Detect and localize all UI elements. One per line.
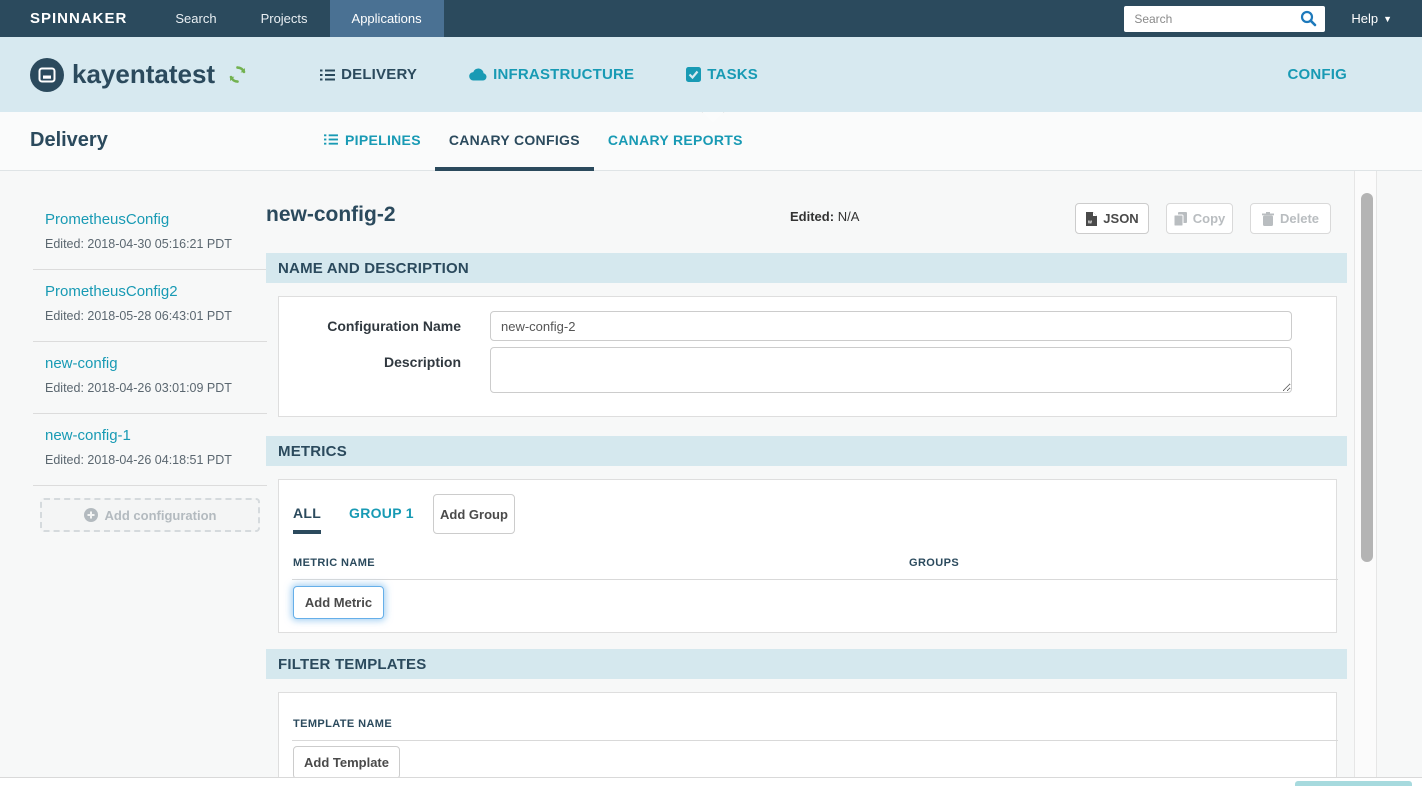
cloud-icon [469, 68, 487, 81]
json-button-label: JSON [1103, 211, 1139, 226]
add-metric-button[interactable]: Add Metric [293, 586, 384, 619]
tab-delivery[interactable]: DELIVERY [320, 66, 417, 83]
add-template-button[interactable]: Add Template [293, 746, 400, 779]
json-button[interactable]: w JSON [1075, 203, 1149, 234]
topnav-spacer [444, 0, 1125, 37]
description-textarea[interactable] [490, 347, 1292, 393]
top-navbar: SPINNAKER Search Projects Applications H… [0, 0, 1422, 37]
trash-icon [1261, 211, 1274, 226]
config-edited-timestamp: Edited: 2018-05-28 06:43:01 PDT [45, 309, 232, 323]
help-label: Help [1351, 11, 1379, 26]
config-link-new-config-1[interactable]: new-config-1 [45, 427, 131, 444]
metrics-tab-group-1[interactable]: GROUP 1 [349, 505, 414, 521]
templates-header-divider [292, 740, 1338, 741]
chevron-down-icon: ▼ [1383, 13, 1392, 24]
template-name-column-header: TEMPLATE NAME [293, 718, 393, 730]
config-link-prometheusconfig2[interactable]: PrometheusConfig2 [45, 283, 178, 300]
vertical-scrollbar-thumb[interactable] [1361, 193, 1373, 562]
copy-icon [1173, 211, 1187, 226]
groups-column-header: GROUPS [909, 557, 960, 569]
metrics-tab-all[interactable]: ALL [293, 505, 322, 534]
topnav-item-projects[interactable]: Projects [239, 0, 330, 37]
copy-button-label: Copy [1192, 211, 1226, 226]
configuration-name-row: Configuration Name [279, 311, 1336, 341]
search-icon[interactable] [1300, 10, 1317, 27]
metrics-card: ALL GROUP 1 Add Group METRIC NAME GROUPS… [278, 479, 1338, 633]
metrics-table-header: METRIC NAME GROUPS [293, 557, 1323, 569]
config-list-sidebar: PrometheusConfig Edited: 2018-04-30 05:1… [33, 195, 267, 532]
tab-pipelines[interactable]: PIPELINES [310, 112, 435, 171]
application-name: kayentatest [72, 59, 216, 89]
config-link-new-config[interactable]: new-config [45, 355, 118, 372]
refresh-icon[interactable] [227, 64, 248, 85]
config-detail-panel: new-config-2 Edited: N/A w JSON Copy Del… [266, 195, 1347, 786]
add-configuration-button[interactable]: Add configuration [40, 498, 260, 532]
configuration-name-label: Configuration Name [327, 318, 461, 334]
global-search-box[interactable] [1124, 5, 1326, 32]
file-code-icon: w [1085, 211, 1098, 226]
delete-button[interactable]: Delete [1250, 203, 1331, 234]
section-header-filter-templates: FILTER TEMPLATES [266, 649, 1347, 679]
page-title: Delivery [30, 129, 108, 151]
plus-circle-icon [83, 508, 98, 522]
config-link-prometheusconfig[interactable]: PrometheusConfig [45, 211, 169, 228]
list-item: new-config-1 Edited: 2018-04-26 04:18:51… [33, 414, 267, 486]
description-row: Description [279, 347, 1336, 398]
config-actions: w JSON Copy Delete [1075, 203, 1331, 234]
vertical-scrollbar-track[interactable] [1354, 171, 1377, 777]
spinnaker-logo[interactable]: SPINNAKER [0, 0, 153, 37]
global-search-input[interactable] [1134, 11, 1301, 26]
delivery-sub-tabs: PIPELINES CANARY CONFIGS CANARY REPORTS [310, 112, 757, 171]
list-icon [324, 133, 338, 146]
add-configuration-label: Add configuration [104, 507, 217, 523]
add-group-button[interactable]: Add Group [433, 494, 515, 534]
list-item: PrometheusConfig Edited: 2018-04-30 05:1… [33, 195, 267, 270]
section-header-name-description: NAME AND DESCRIPTION [266, 253, 1347, 283]
section-header-metrics: METRICS [266, 436, 1347, 466]
config-link[interactable]: CONFIG [1287, 66, 1347, 83]
application-header: kayentatest DELIVERY INFRASTRUCTURE TASK… [0, 37, 1422, 112]
config-edited-timestamp: Edited: 2018-04-30 05:16:21 PDT [45, 237, 232, 251]
copy-button[interactable]: Copy [1166, 203, 1233, 234]
tab-delivery-label: DELIVERY [341, 66, 418, 83]
topnav-item-applications[interactable]: Applications [329, 0, 444, 37]
help-menu[interactable]: Help ▼ [1325, 0, 1422, 37]
metrics-header-divider [292, 579, 1338, 580]
list-item: PrometheusConfig2 Edited: 2018-05-28 06:… [33, 270, 267, 342]
svg-text:w: w [1087, 219, 1092, 225]
topnav-item-search[interactable]: Search [153, 0, 238, 37]
edited-label: Edited: [790, 209, 835, 224]
filter-templates-card: TEMPLATE NAME Add Template [278, 692, 1338, 786]
application-tabs: DELIVERY INFRASTRUCTURE TASKS [320, 66, 758, 83]
application-icon [30, 57, 64, 92]
bottom-edge-strip [0, 777, 1422, 786]
tab-canary-configs-label: CANARY CONFIGS [448, 131, 580, 148]
tab-infrastructure-label: INFRASTRUCTURE [493, 66, 635, 83]
tab-canary-configs[interactable]: CANARY CONFIGS [434, 112, 594, 171]
tab-canary-reports[interactable]: CANARY REPORTS [594, 112, 757, 171]
metric-name-column-header: METRIC NAME [293, 557, 376, 569]
toast-peek-bar [1295, 781, 1412, 786]
list-icon [320, 68, 336, 82]
description-label: Description [383, 354, 461, 370]
tab-infrastructure[interactable]: INFRASTRUCTURE [469, 66, 634, 83]
edited-status: Edited: N/A [790, 209, 859, 224]
tab-pipelines-label: PIPELINES [345, 131, 421, 148]
check-square-icon [686, 67, 702, 82]
tab-canary-reports-label: CANARY REPORTS [607, 131, 743, 148]
name-description-card: Configuration Name Description [278, 296, 1337, 417]
config-title: new-config-2 [266, 203, 396, 226]
edited-value: N/A [837, 209, 860, 224]
tab-tasks-label: TASKS [707, 66, 759, 83]
tab-tasks[interactable]: TASKS [686, 66, 758, 83]
config-edited-timestamp: Edited: 2018-04-26 04:18:51 PDT [45, 453, 232, 467]
config-edited-timestamp: Edited: 2018-04-26 03:01:09 PDT [45, 381, 232, 395]
configuration-name-input[interactable] [490, 311, 1292, 341]
list-item: new-config Edited: 2018-04-26 03:01:09 P… [33, 342, 267, 414]
delete-button-label: Delete [1279, 211, 1320, 226]
